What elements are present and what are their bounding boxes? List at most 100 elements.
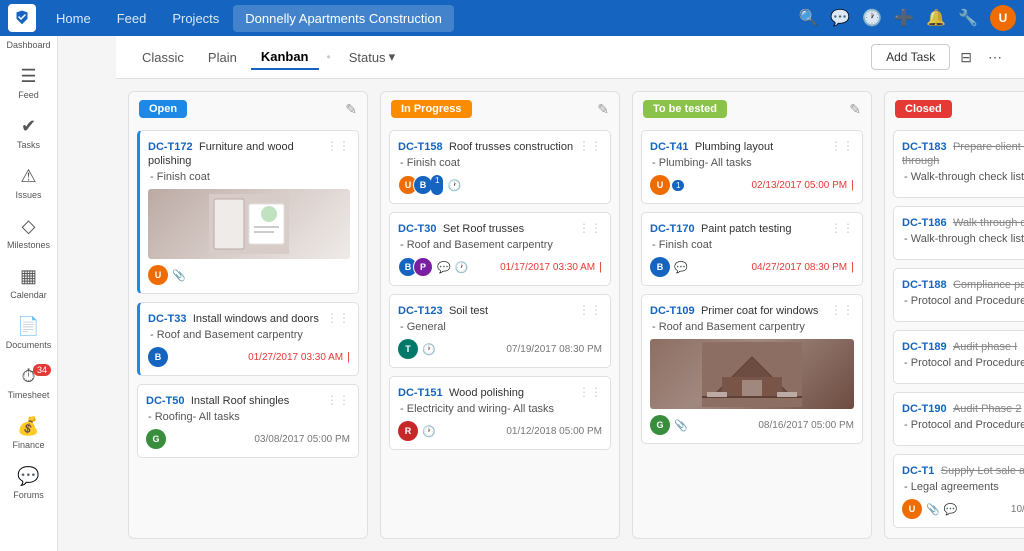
overdue-indicator: |: [347, 351, 350, 363]
column-totest-menu[interactable]: ✎: [849, 101, 861, 118]
card-dc-t50[interactable]: DC-T50 Install Roof shingles ⋮⋮ Roofing-…: [137, 384, 359, 458]
view-plain-button[interactable]: Plain: [198, 46, 247, 69]
drag-handle-icon[interactable]: ⋮⋮: [830, 139, 854, 153]
more-options-icon[interactable]: ⋯: [982, 45, 1008, 70]
add-task-button[interactable]: Add Task: [871, 44, 950, 70]
view-kanban-button[interactable]: Kanban: [251, 45, 319, 70]
clock-icon[interactable]: 🕐: [862, 8, 882, 28]
card-dc-t109[interactable]: DC-T109 Primer coat for windows ⋮⋮ Roof …: [641, 294, 863, 444]
search-icon[interactable]: 🔍: [798, 8, 818, 28]
avatar: B: [148, 347, 168, 367]
card-dc-t186-header: DC-T186 Walk through day plan ⋮⋮: [902, 215, 1024, 229]
drag-handle-icon[interactable]: ⋮⋮: [326, 311, 350, 325]
sidebar-item-calendar[interactable]: ▦ Calendar: [0, 258, 57, 308]
card-title: Set Roof trusses: [443, 223, 524, 235]
plus-icon[interactable]: ➕: [894, 8, 914, 28]
sidebar-item-milestones[interactable]: ◇ Milestones: [0, 208, 57, 258]
card-dc-t190[interactable]: DC-T190 Audit Phase 2 ⋮⋮ Protocol and Pr…: [893, 392, 1024, 446]
card-id: DC-T189: [902, 341, 947, 353]
tasks-icon: ✔: [21, 116, 36, 137]
card-id: DC-T109: [650, 305, 695, 317]
card-dc-t190-header: DC-T190 Audit Phase 2 ⋮⋮: [902, 401, 1024, 415]
card-dc-t123[interactable]: DC-T123 Soil test ⋮⋮ General T 🕐 07/19/2…: [389, 294, 611, 368]
issues-icon: ⚠: [20, 166, 36, 187]
card-sub: Electricity and wiring- All tasks: [398, 403, 602, 415]
drag-handle-icon[interactable]: ⋮⋮: [578, 385, 602, 399]
sidebar-item-timesheet[interactable]: ⏱ Timesheet 34: [0, 358, 57, 408]
user-avatar[interactable]: U: [990, 5, 1016, 31]
avatar: U: [902, 499, 922, 519]
column-closed-body: DC-T183 Prepare client list for walk thr…: [885, 126, 1024, 538]
card-id: DC-T170: [650, 223, 695, 235]
sidebar-item-documents[interactable]: 📄 Documents: [0, 308, 57, 358]
avatar-count: 1: [431, 175, 443, 195]
card-title: Compliance paperwork: [953, 279, 1024, 291]
view-toolbar: Classic Plain Kanban • Status ▾ Add Task…: [116, 36, 1024, 79]
card-dc-t1-header: DC-T1 Supply Lot sale agreement ⋮⋮: [902, 463, 1024, 477]
card-image: [650, 339, 854, 409]
drag-handle-icon[interactable]: ⋮⋮: [830, 221, 854, 235]
column-closed-header: Closed ✎: [885, 92, 1024, 126]
column-inprogress: In Progress ✎ DC-T158 Roof trusses const…: [380, 91, 620, 539]
chat-icon[interactable]: 💬: [830, 8, 850, 28]
card-dc-t30[interactable]: DC-T30 Set Roof trusses ⋮⋮ Roof and Base…: [389, 212, 611, 286]
avatar: B: [650, 257, 670, 277]
card-id: DC-T50: [146, 395, 185, 407]
card-dc-t151[interactable]: DC-T151 Wood polishing ⋮⋮ Electricity an…: [389, 376, 611, 450]
column-totest-header: To be tested ✎: [633, 92, 871, 126]
drag-handle-icon[interactable]: ⋮⋮: [326, 393, 350, 407]
clock-icon: 🕐: [422, 343, 436, 356]
card-dc-t41[interactable]: DC-T41 Plumbing layout ⋮⋮ Plumbing- All …: [641, 130, 863, 204]
drag-handle-icon[interactable]: ⋮⋮: [830, 303, 854, 317]
bell-icon[interactable]: 🔔: [926, 8, 946, 28]
timesheet-badge: 34: [33, 364, 51, 376]
card-dc-t170[interactable]: DC-T170 Paint patch testing ⋮⋮ Finish co…: [641, 212, 863, 286]
sidebar-item-issues[interactable]: ⚠ Issues: [0, 158, 57, 208]
card-dc-t158[interactable]: DC-T158 Roof trusses construction ⋮⋮ Fin…: [389, 130, 611, 204]
column-inprogress-menu[interactable]: ✎: [597, 101, 609, 118]
nav-project-active[interactable]: Donnelly Apartments Construction: [233, 5, 454, 32]
card-dc-t1[interactable]: DC-T1 Supply Lot sale agreement ⋮⋮ Legal…: [893, 454, 1024, 528]
card-dc-t50-header: DC-T50 Install Roof shingles ⋮⋮: [146, 393, 350, 407]
card-title: Primer coat for windows: [701, 305, 818, 317]
card-id: DC-T172: [148, 141, 193, 153]
card-dc-t183[interactable]: DC-T183 Prepare client list for walk thr…: [893, 130, 1024, 198]
card-sub: Protocol and Procedures: [902, 357, 1024, 369]
drag-handle-icon[interactable]: ⋮⋮: [578, 221, 602, 235]
sidebar-item-finance[interactable]: 💰 Finance: [0, 408, 57, 458]
card-dc-t172[interactable]: DC-T172 Furniture and wood polishing ⋮⋮ …: [137, 130, 359, 294]
avatar: R: [398, 421, 418, 441]
status-filter-button[interactable]: Status ▾: [339, 45, 405, 69]
attach-icon: 📎: [926, 503, 940, 516]
sidebar-item-feed[interactable]: ☰ Feed: [0, 58, 57, 108]
drag-handle-icon[interactable]: ⋮⋮: [578, 139, 602, 153]
main-content: Classic Plain Kanban • Status ▾ Add Task…: [116, 36, 1024, 551]
avatar: T: [398, 339, 418, 359]
card-dc-t188[interactable]: DC-T188 Compliance paperwork ⋮⋮ Protocol…: [893, 268, 1024, 322]
nav-right: 🔍 💬 🕐 ➕ 🔔 🔧 U: [798, 5, 1016, 31]
card-dc-t189[interactable]: DC-T189 Audit phase I ⋮⋮ Protocol and Pr…: [893, 330, 1024, 384]
card-dc-t188-header: DC-T188 Compliance paperwork ⋮⋮: [902, 277, 1024, 291]
card-dc-t186[interactable]: DC-T186 Walk through day plan ⋮⋮ Walk-th…: [893, 206, 1024, 260]
card-dc-t158-header: DC-T158 Roof trusses construction ⋮⋮: [398, 139, 602, 153]
nav-home[interactable]: Home: [44, 5, 103, 32]
sidebar-item-forums[interactable]: 💬 Forums: [0, 458, 57, 508]
card-date: 07/19/2017 08:30 PM: [506, 344, 602, 355]
card-footer: G 03/08/2017 05:00 PM: [146, 429, 350, 449]
nav-projects[interactable]: Projects: [160, 5, 231, 32]
filter-icon[interactable]: ⊟: [954, 45, 978, 70]
avatar: G: [146, 429, 166, 449]
view-classic-button[interactable]: Classic: [132, 46, 194, 69]
tools-icon[interactable]: 🔧: [958, 8, 978, 28]
sidebar-item-tasks[interactable]: ✔ Tasks: [0, 108, 57, 158]
nav-feed[interactable]: Feed: [105, 5, 159, 32]
attach-icon: 📎: [172, 269, 186, 282]
column-open-body: DC-T172 Furniture and wood polishing ⋮⋮ …: [129, 126, 367, 538]
card-dc-t33[interactable]: DC-T33 Install windows and doors ⋮⋮ Roof…: [137, 302, 359, 376]
drag-handle-icon[interactable]: ⋮⋮: [578, 303, 602, 317]
column-open-menu[interactable]: ✎: [345, 101, 357, 118]
card-title: Roof trusses construction: [449, 141, 573, 153]
app-logo[interactable]: [8, 4, 36, 32]
card-footer: B 01/27/2017 03:30 AM |: [148, 347, 350, 367]
drag-handle-icon[interactable]: ⋮⋮: [326, 139, 350, 153]
